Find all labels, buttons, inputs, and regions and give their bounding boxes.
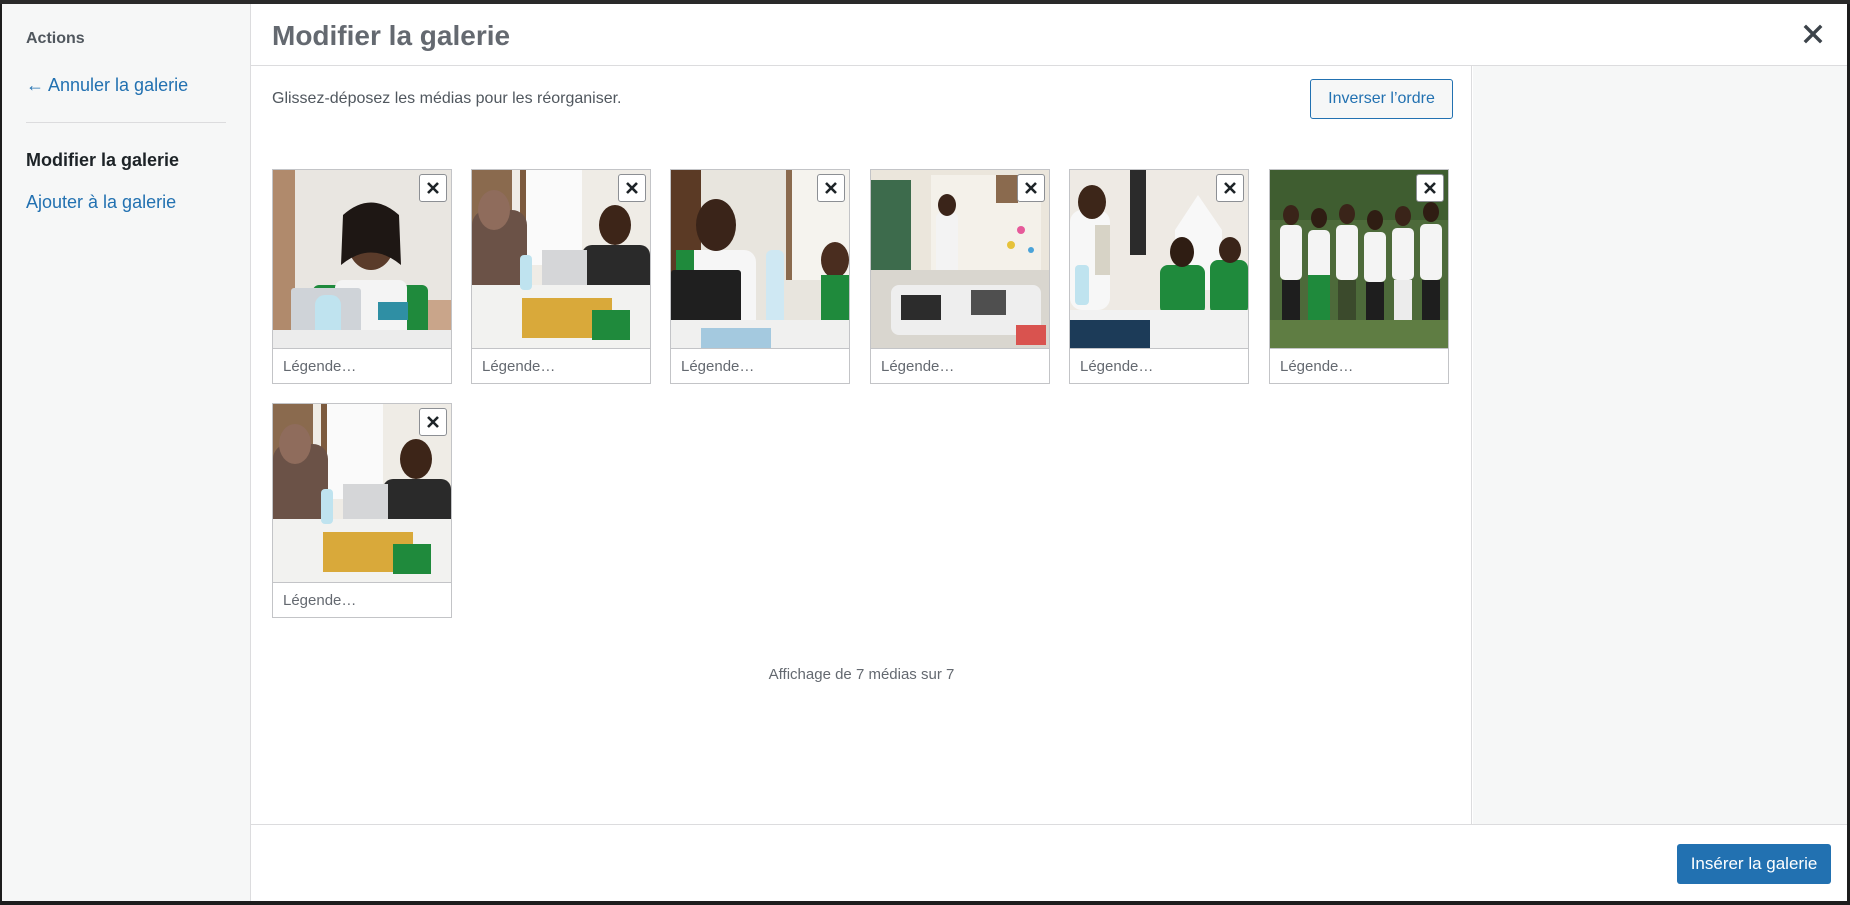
gallery-item[interactable] xyxy=(1069,169,1249,384)
caption-input[interactable] xyxy=(1070,348,1248,383)
caption-input[interactable] xyxy=(472,348,650,383)
remove-item-button[interactable] xyxy=(419,174,447,202)
reorder-instructions: Glissez-déposez les médias pour les réor… xyxy=(272,90,622,107)
caption-input[interactable] xyxy=(273,348,451,383)
remove-item-button[interactable] xyxy=(419,408,447,436)
attachment-details-sidebar xyxy=(1473,66,1847,824)
remove-item-button[interactable] xyxy=(618,174,646,202)
caption-input[interactable] xyxy=(273,582,451,617)
close-icon xyxy=(427,416,439,428)
menu-heading: Actions xyxy=(26,30,85,47)
cancel-gallery-link[interactable]: ← Annuler la galerie xyxy=(26,75,188,96)
close-icon xyxy=(1025,182,1037,194)
remove-item-button[interactable] xyxy=(1017,174,1045,202)
modal-title: Modifier la galerie xyxy=(272,20,511,51)
close-icon xyxy=(825,182,837,194)
close-icon xyxy=(427,182,439,194)
gallery-item[interactable] xyxy=(471,169,651,384)
close-icon xyxy=(1424,182,1436,194)
caption-input[interactable] xyxy=(1270,348,1448,383)
insert-gallery-button[interactable]: Insérer la galerie xyxy=(1677,844,1831,884)
gallery-content: Glissez-déposez les médias pour les réor… xyxy=(251,66,1472,824)
modal-footer: Insérer la galerie xyxy=(251,824,1847,901)
gallery-item[interactable] xyxy=(870,169,1050,384)
menu-item-edit-gallery[interactable]: Modifier la galerie xyxy=(26,150,179,171)
close-icon[interactable] xyxy=(1797,18,1829,50)
gallery-item[interactable] xyxy=(1269,169,1449,384)
close-icon xyxy=(1224,182,1236,194)
gallery-item[interactable] xyxy=(670,169,850,384)
caption-input[interactable] xyxy=(671,348,849,383)
menu-separator xyxy=(26,122,226,123)
remove-item-button[interactable] xyxy=(1416,174,1444,202)
close-icon xyxy=(626,182,638,194)
media-count: Affichage de 7 médias sur 7 xyxy=(768,666,955,683)
gallery-item[interactable] xyxy=(272,403,452,618)
media-menu: Actions ← Annuler la galerie Modifier la… xyxy=(2,4,251,901)
media-modal: Actions ← Annuler la galerie Modifier la… xyxy=(2,4,1847,901)
remove-item-button[interactable] xyxy=(817,174,845,202)
reverse-order-button[interactable]: Inverser l’ordre xyxy=(1310,79,1453,119)
remove-item-button[interactable] xyxy=(1216,174,1244,202)
menu-item-add-to-gallery[interactable]: Ajouter à la galerie xyxy=(26,192,176,213)
caption-input[interactable] xyxy=(871,348,1049,383)
gallery-item[interactable] xyxy=(272,169,452,384)
modal-titlebar: Modifier la galerie xyxy=(251,4,1847,66)
